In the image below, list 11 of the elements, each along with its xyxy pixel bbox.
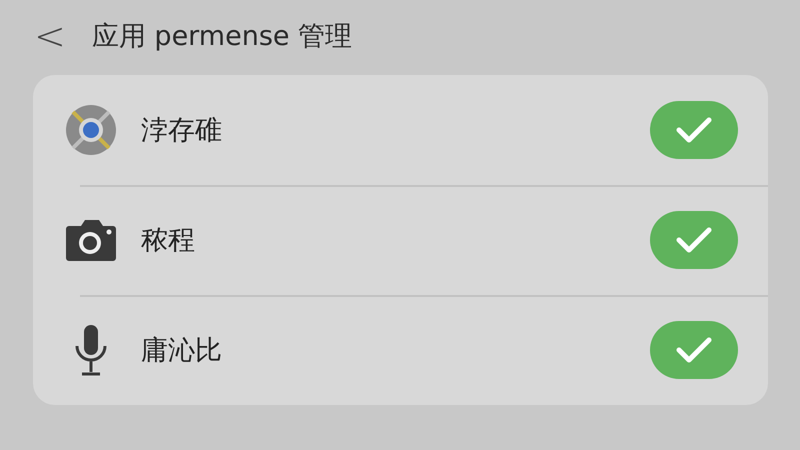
permission-label: 秾程 [141, 224, 196, 258]
check-icon [676, 226, 712, 254]
check-icon [676, 116, 712, 144]
page-title: 应用 permense 管理 [92, 20, 352, 54]
lens-icon [65, 104, 117, 156]
permission-label: 庸沁比 [141, 334, 223, 368]
camera-icon [65, 218, 117, 262]
permission-label: 浡存碓 [141, 114, 223, 148]
check-icon [676, 336, 712, 364]
microphone-icon [74, 324, 108, 376]
back-button[interactable]: < [30, 17, 70, 55]
